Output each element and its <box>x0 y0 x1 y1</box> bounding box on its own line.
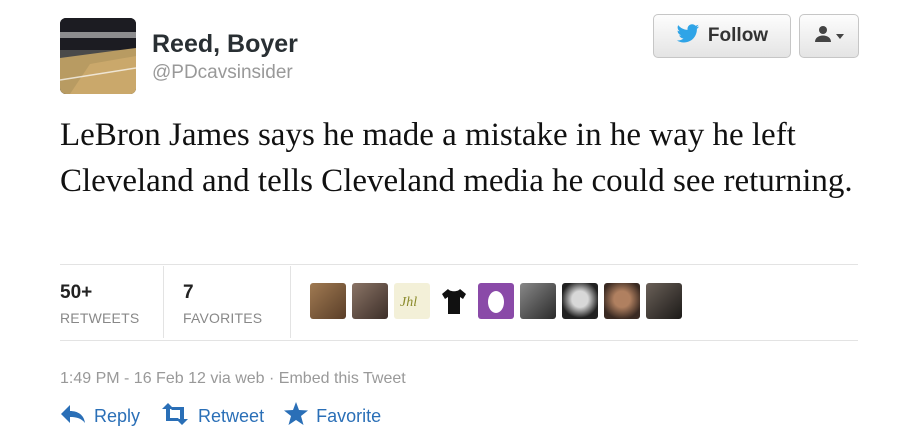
retweets-count: 50+ <box>60 282 93 303</box>
retweets-stat[interactable]: 50+ RETWEETS <box>60 282 139 326</box>
stat-separator <box>163 266 164 338</box>
favorites-stat[interactable]: 7 FAVORITES <box>183 282 262 326</box>
twitter-bird-icon <box>676 23 700 49</box>
tweet-source: via web <box>210 370 265 387</box>
retweet-icon <box>160 402 190 430</box>
egg-icon[interactable] <box>478 283 514 319</box>
author-name[interactable]: Reed, Boyer <box>152 30 298 59</box>
favoriter-avatar[interactable] <box>604 283 640 319</box>
reply-icon <box>60 404 86 429</box>
user-actions-button[interactable] <box>799 14 859 58</box>
favoriter-avatar[interactable] <box>562 283 598 319</box>
embed-link[interactable]: Embed this Tweet <box>279 370 406 387</box>
follow-button-label: Follow <box>707 25 769 46</box>
retweet-button[interactable]: Retweet <box>160 402 265 430</box>
favoriter-avatar[interactable] <box>520 283 556 319</box>
divider <box>60 264 858 265</box>
svg-text:Jhl: Jhl <box>400 295 417 310</box>
tweet-timestamp[interactable]: 1:49 PM - 16 Feb 12 <box>60 370 206 387</box>
favoriter-avatar[interactable] <box>310 283 346 319</box>
tweet-text: LeBron James says he made a mistake in h… <box>60 117 853 199</box>
favoriter-avatar[interactable] <box>352 283 388 319</box>
caret-down-icon <box>835 27 845 45</box>
meta-separator: · <box>269 370 275 387</box>
favorite-button[interactable]: Favorite <box>284 402 381 430</box>
user-icon <box>814 25 832 48</box>
author-handle[interactable]: @PDcavsinsider <box>152 62 293 84</box>
tshirt-icon[interactable] <box>436 283 472 319</box>
retweets-label: RETWEETS <box>60 310 140 326</box>
author-avatar[interactable] <box>60 18 136 94</box>
reply-label: Reply <box>94 405 141 426</box>
favoriters-list: Jhl <box>310 283 682 319</box>
tweet-meta: 1:49 PM - 16 Feb 12 via web · Embed this… <box>60 370 406 388</box>
tweet-actions: Reply Retweet Favorite <box>60 402 401 430</box>
favoriter-avatar[interactable]: Jhl <box>394 283 430 319</box>
favorite-label: Favorite <box>316 405 382 426</box>
favorites-label: FAVORITES <box>183 310 263 326</box>
follow-button[interactable]: Follow <box>653 14 791 58</box>
stat-separator <box>290 266 291 338</box>
favoriter-avatar[interactable] <box>646 283 682 319</box>
favorites-count: 7 <box>183 282 194 303</box>
reply-button[interactable]: Reply <box>60 404 140 429</box>
star-icon <box>284 402 309 430</box>
retweet-label: Retweet <box>198 405 265 426</box>
divider <box>60 340 858 341</box>
